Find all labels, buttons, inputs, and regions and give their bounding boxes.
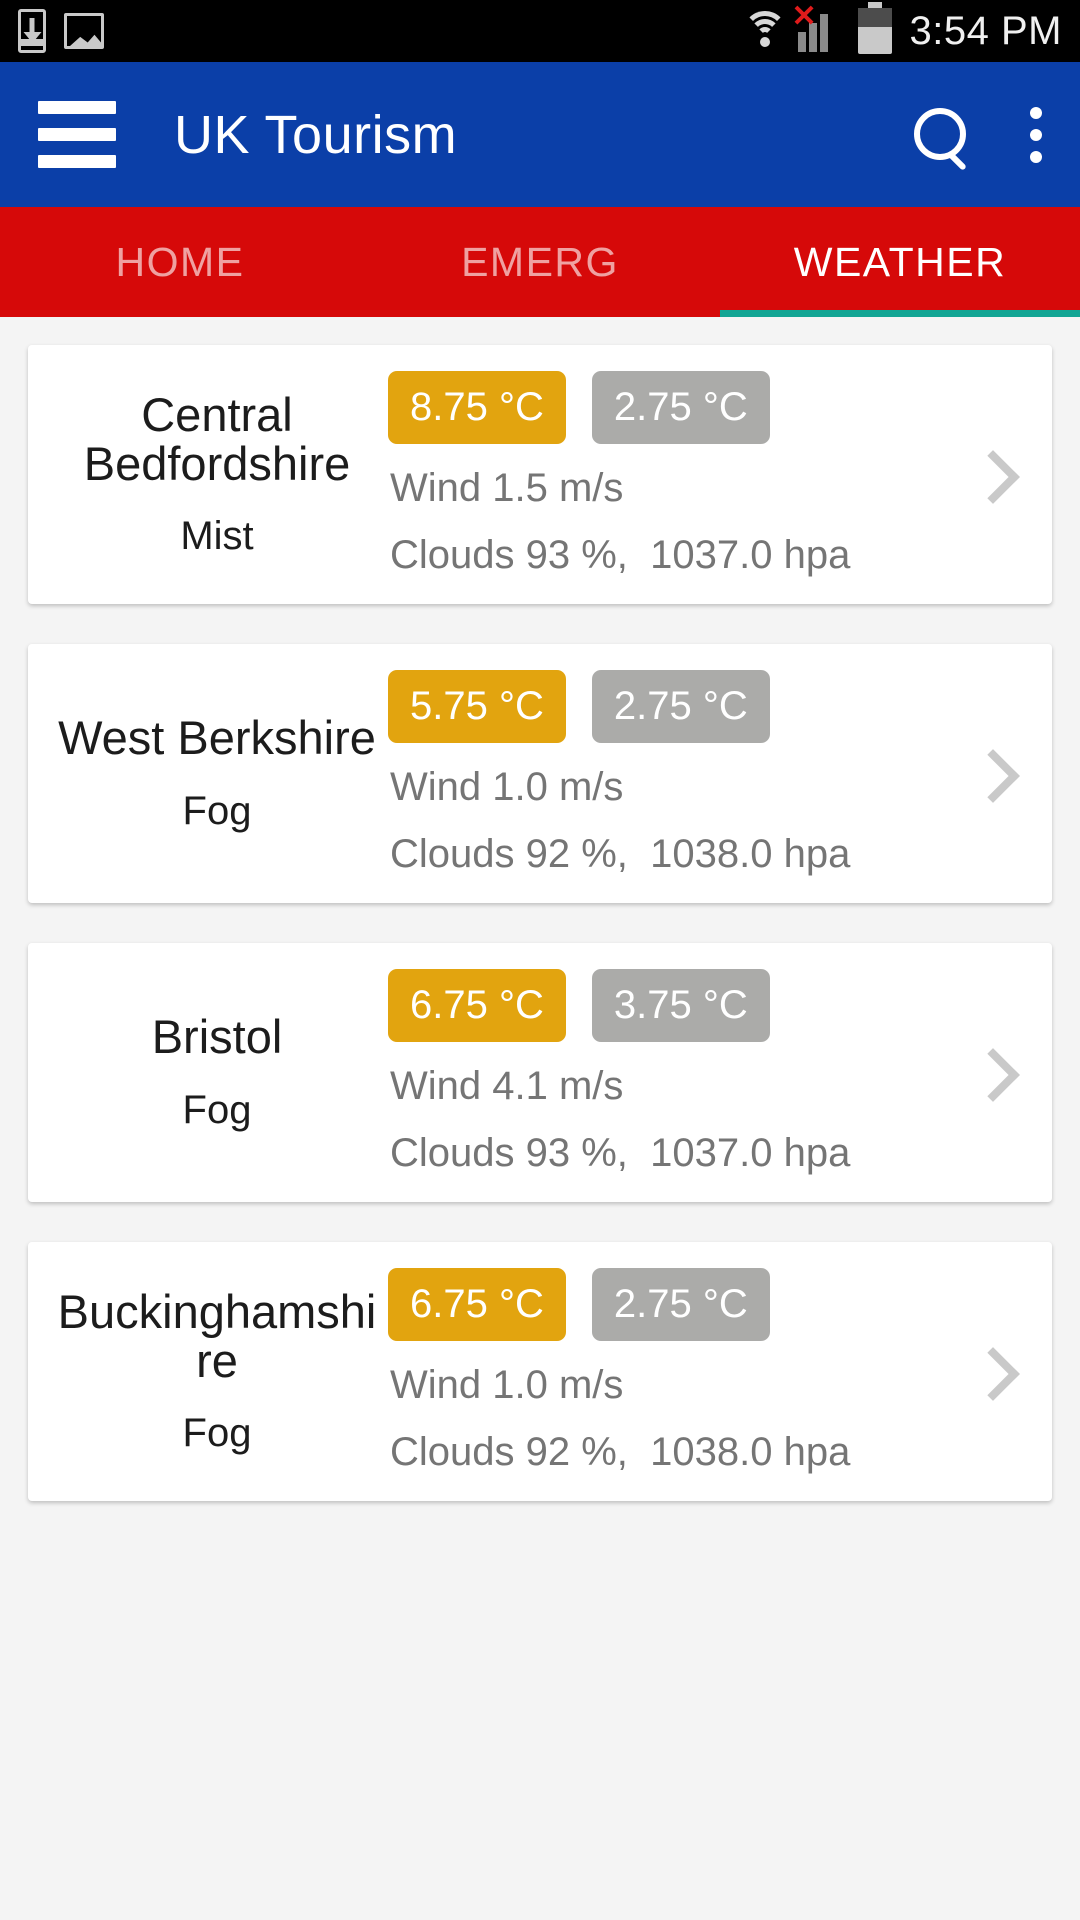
- max-temp-chip: 8.75 °C: [388, 371, 566, 444]
- more-vertical-icon[interactable]: [1030, 106, 1042, 163]
- city-name: Central Bedfordshire: [83, 387, 351, 490]
- min-temp-chip: 2.75 °C: [591, 371, 770, 444]
- status-bar: ✕ 3:54 PM: [0, 0, 1080, 62]
- weather-card-left: West Berkshire Fog: [28, 713, 388, 833]
- city-name: West Berkshire: [58, 711, 376, 765]
- city-name: Bristol: [151, 1010, 283, 1064]
- tab-home[interactable]: HOME: [0, 207, 360, 317]
- wind-info: Wind 1.0 m/s: [390, 1363, 624, 1407]
- chevron-right-icon[interactable]: [974, 1056, 1008, 1090]
- weather-card[interactable]: Bristol Fog 6.75 °C 3.75 °C Wind 4.1 m/s…: [28, 943, 1052, 1202]
- tab-bar: HOME EMERG WEATHER: [0, 207, 1080, 317]
- wind-info: Wind 1.5 m/s: [390, 466, 624, 510]
- wifi-icon: [742, 11, 788, 51]
- status-bar-left-icons: [18, 9, 104, 53]
- weather-card[interactable]: West Berkshire Fog 5.75 °C 2.75 °C Wind …: [28, 644, 1052, 903]
- weather-card[interactable]: Buckinghamshire Fog 6.75 °C 2.75 °C Wind…: [28, 1242, 1052, 1501]
- weather-list[interactable]: Central Bedfordshire Mist 8.75 °C 2.75 °…: [0, 317, 1080, 1920]
- min-temp-chip: 2.75 °C: [591, 670, 770, 743]
- clouds-pressure-info: Clouds 92 %, 1038.0 hpa: [390, 832, 851, 876]
- temperature-chips: 6.75 °C 3.75 °C: [388, 969, 1022, 1042]
- status-bar-right-icons: ✕ 3:54 PM: [742, 2, 1062, 54]
- weather-card-right: 5.75 °C 2.75 °C Wind 1.0 m/s Clouds 92 %…: [388, 670, 1052, 877]
- clouds-pressure-info: Clouds 92 %, 1038.0 hpa: [390, 1430, 851, 1474]
- image-icon: [64, 13, 104, 49]
- weather-condition: Mist: [180, 514, 254, 559]
- chevron-right-icon[interactable]: [974, 1355, 1008, 1389]
- min-temp-chip: 2.75 °C: [591, 1268, 770, 1341]
- weather-card-right: 6.75 °C 3.75 °C Wind 4.1 m/s Clouds 93 %…: [388, 969, 1052, 1176]
- hamburger-menu-icon[interactable]: [38, 101, 116, 168]
- weather-condition: Fog: [182, 1411, 252, 1456]
- wind-info: Wind 4.1 m/s: [390, 1064, 624, 1108]
- weather-card-right: 6.75 °C 2.75 °C Wind 1.0 m/s Clouds 92 %…: [388, 1268, 1052, 1475]
- app-bar: UK Tourism: [0, 62, 1080, 207]
- clouds-pressure-info: Clouds 93 %, 1037.0 hpa: [390, 533, 851, 577]
- weather-card[interactable]: Central Bedfordshire Mist 8.75 °C 2.75 °…: [28, 345, 1052, 604]
- app-bar-actions: [914, 106, 1042, 163]
- temperature-chips: 6.75 °C 2.75 °C: [388, 1268, 1022, 1341]
- search-icon[interactable]: [914, 107, 968, 162]
- city-name: Buckinghamshire: [57, 1284, 377, 1387]
- min-temp-chip: 3.75 °C: [591, 969, 770, 1042]
- weather-card-left: Bristol Fog: [28, 1012, 388, 1132]
- temperature-chips: 8.75 °C 2.75 °C: [388, 371, 1022, 444]
- status-bar-clock: 3:54 PM: [909, 8, 1062, 53]
- tab-active-indicator: [719, 310, 1080, 317]
- battery-icon: [857, 8, 892, 54]
- page-title: UK Tourism: [174, 104, 458, 165]
- weather-card-right: 8.75 °C 2.75 °C Wind 1.5 m/s Clouds 93 %…: [388, 371, 1052, 578]
- chevron-right-icon[interactable]: [974, 458, 1008, 492]
- clouds-pressure-info: Clouds 93 %, 1037.0 hpa: [390, 1131, 851, 1175]
- download-icon: [18, 9, 46, 53]
- signal-no-service-icon: ✕: [792, 2, 848, 52]
- temperature-chips: 5.75 °C 2.75 °C: [388, 670, 1022, 743]
- chevron-right-icon[interactable]: [974, 757, 1008, 791]
- wind-info: Wind 1.0 m/s: [390, 765, 624, 809]
- tab-weather[interactable]: WEATHER: [720, 207, 1080, 317]
- max-temp-chip: 6.75 °C: [388, 1268, 566, 1341]
- weather-card-left: Central Bedfordshire Mist: [28, 390, 388, 560]
- weather-condition: Fog: [182, 1087, 252, 1132]
- max-temp-chip: 6.75 °C: [388, 969, 566, 1042]
- weather-condition: Fog: [182, 788, 252, 833]
- tab-emerg[interactable]: EMERG: [360, 207, 720, 317]
- max-temp-chip: 5.75 °C: [388, 670, 566, 743]
- weather-card-left: Buckinghamshire Fog: [28, 1287, 388, 1457]
